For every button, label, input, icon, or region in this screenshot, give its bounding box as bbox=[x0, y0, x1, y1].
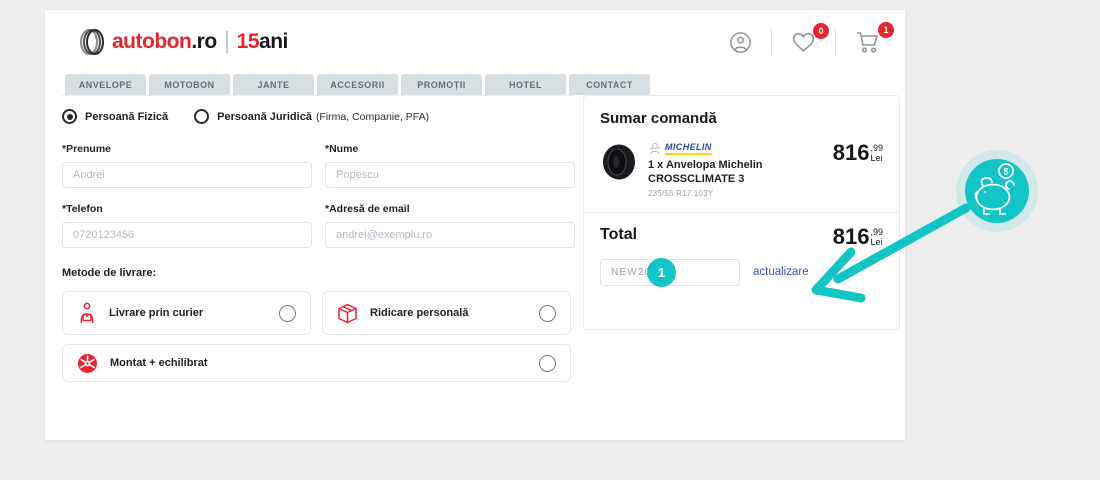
site-header: autobon.ro 15ani 0 bbox=[45, 10, 905, 74]
delivery-option-montat[interactable]: Montat + echilibrat bbox=[62, 344, 571, 382]
total-price: 816 ,99 Lei bbox=[833, 226, 883, 248]
page-background: autobon.ro 15ani 0 bbox=[0, 0, 1100, 480]
telefon-input[interactable] bbox=[62, 222, 312, 248]
brand-row: MICHELIN bbox=[648, 142, 833, 155]
user-icon bbox=[729, 31, 752, 54]
coupon-update-link[interactable]: actualizare bbox=[753, 266, 809, 278]
price-decimals: ,99 bbox=[870, 227, 883, 237]
coupon-row: 1 actualizare bbox=[600, 259, 883, 286]
checkout-content: Persoană Fizică Persoană Juridică (Firma… bbox=[45, 95, 905, 382]
package-icon bbox=[337, 303, 358, 324]
tab-jante[interactable]: JANTE bbox=[233, 74, 314, 95]
tab-hotel[interactable]: HOTEL bbox=[485, 74, 566, 95]
header-divider bbox=[771, 29, 772, 55]
tire-thumbnail bbox=[600, 142, 638, 182]
radio-circle[interactable] bbox=[194, 109, 209, 124]
delivery-option-label: Livrare prin curier bbox=[109, 307, 203, 319]
account-button[interactable] bbox=[725, 29, 756, 56]
radio-label: Persoană Juridică bbox=[217, 111, 312, 123]
wishlist-button[interactable]: 0 bbox=[787, 29, 820, 56]
tab-contact[interactable]: CONTACT bbox=[569, 74, 650, 95]
delivery-option-label: Ridicare personală bbox=[370, 307, 468, 319]
nume-input[interactable] bbox=[325, 162, 575, 188]
prenume-input[interactable] bbox=[62, 162, 312, 188]
brand-name: autobon.ro bbox=[112, 30, 217, 54]
michelin-man-icon bbox=[648, 142, 662, 155]
price-integer: 816 bbox=[833, 142, 870, 164]
tab-accesorii[interactable]: ACCESORII bbox=[317, 74, 398, 95]
field-prenume: *Prenume bbox=[62, 143, 312, 188]
form-fields-grid: *Prenume *Nume *Telefon *Adresă de email bbox=[62, 143, 575, 248]
delivery-radio[interactable] bbox=[539, 305, 556, 322]
annotation-step-badge: 1 bbox=[647, 258, 676, 287]
tab-motobon[interactable]: MOTOBON bbox=[149, 74, 230, 95]
summary-title: Sumar comandă bbox=[600, 110, 883, 127]
radio-persoana-fizica[interactable]: Persoană Fizică bbox=[62, 109, 168, 124]
item-spec: 235/55 R17 103Y bbox=[648, 189, 833, 198]
svg-text:$: $ bbox=[1003, 167, 1008, 177]
field-email: *Adresă de email bbox=[325, 203, 575, 248]
price-integer: 816 bbox=[833, 226, 870, 248]
tire-logo-icon bbox=[78, 26, 108, 58]
summary-divider bbox=[584, 212, 899, 213]
price-fraction: ,99 Lei bbox=[870, 227, 883, 248]
logo-divider bbox=[226, 31, 228, 53]
price-decimals: ,99 bbox=[870, 143, 883, 153]
cart-item-row: MICHELIN 1 x Anvelopa Michelin CROSSCLIM… bbox=[600, 142, 883, 198]
tab-promotii[interactable]: PROMOȚII bbox=[401, 74, 482, 95]
customer-form: Persoană Fizică Persoană Juridică (Firma… bbox=[62, 95, 575, 382]
main-card: autobon.ro 15ani 0 bbox=[45, 10, 905, 440]
price-currency: Lei bbox=[870, 237, 883, 247]
delivery-option-curier[interactable]: Livrare prin curier bbox=[62, 291, 311, 335]
radio-label: Persoană Fizică bbox=[85, 111, 168, 123]
delivery-option-ridicare[interactable]: Ridicare personală bbox=[322, 291, 571, 335]
field-label: *Prenume bbox=[62, 143, 312, 155]
person-type-row: Persoană Fizică Persoană Juridică (Firma… bbox=[62, 109, 575, 124]
price-currency: Lei bbox=[870, 153, 883, 163]
field-label: *Nume bbox=[325, 143, 575, 155]
radio-hint: (Firma, Companie, PFA) bbox=[316, 111, 429, 123]
tab-anvelope[interactable]: ANVELOPE bbox=[65, 74, 146, 95]
total-row: Total 816 ,99 Lei bbox=[600, 226, 883, 248]
header-divider bbox=[835, 29, 836, 55]
item-title-line2: CROSSCLIMATE 3 bbox=[648, 172, 833, 186]
brand-logo[interactable]: autobon.ro 15ani bbox=[78, 26, 288, 58]
cart-count-badge: 1 bbox=[878, 22, 894, 38]
header-icons: 0 1 bbox=[725, 28, 885, 56]
price-fraction: ,99 Lei bbox=[870, 143, 883, 164]
wishlist-count-badge: 0 bbox=[813, 23, 829, 39]
delivery-methods-label: Metode de livrare: bbox=[62, 267, 575, 279]
delivery-option-label: Montat + echilibrat bbox=[110, 357, 208, 369]
delivery-cards-row: Livrare prin curier Ridicare personală bbox=[62, 291, 575, 335]
heart-icon bbox=[791, 31, 816, 54]
field-nume: *Nume bbox=[325, 143, 575, 188]
cart-item-info: MICHELIN 1 x Anvelopa Michelin CROSSCLIM… bbox=[648, 142, 833, 198]
main-nav: ANVELOPE MOTOBON JANTE ACCESORII PROMOȚI… bbox=[65, 74, 905, 95]
delivery-radio[interactable] bbox=[539, 355, 556, 372]
radio-circle-selected[interactable] bbox=[62, 109, 77, 124]
radio-persoana-juridica[interactable]: Persoană Juridică (Firma, Companie, PFA) bbox=[194, 109, 429, 124]
brand-anniversary: 15ani bbox=[237, 30, 288, 54]
courier-icon bbox=[77, 302, 97, 324]
cart-icon bbox=[855, 30, 881, 54]
order-summary-panel: Sumar comandă MICHELIN bbox=[583, 95, 900, 330]
field-label: *Telefon bbox=[62, 203, 312, 215]
field-telefon: *Telefon bbox=[62, 203, 312, 248]
item-title-line1: 1 x Anvelopa Michelin bbox=[648, 158, 833, 172]
item-price: 816 ,99 Lei bbox=[833, 142, 883, 198]
wheel-icon bbox=[77, 353, 98, 374]
brand-name-michelin: MICHELIN bbox=[665, 142, 712, 155]
email-input[interactable] bbox=[325, 222, 575, 248]
piggy-bank-icon: $ bbox=[956, 150, 1038, 232]
total-label: Total bbox=[600, 226, 637, 244]
delivery-radio[interactable] bbox=[279, 305, 296, 322]
field-label: *Adresă de email bbox=[325, 203, 575, 215]
cart-button[interactable]: 1 bbox=[851, 28, 885, 56]
